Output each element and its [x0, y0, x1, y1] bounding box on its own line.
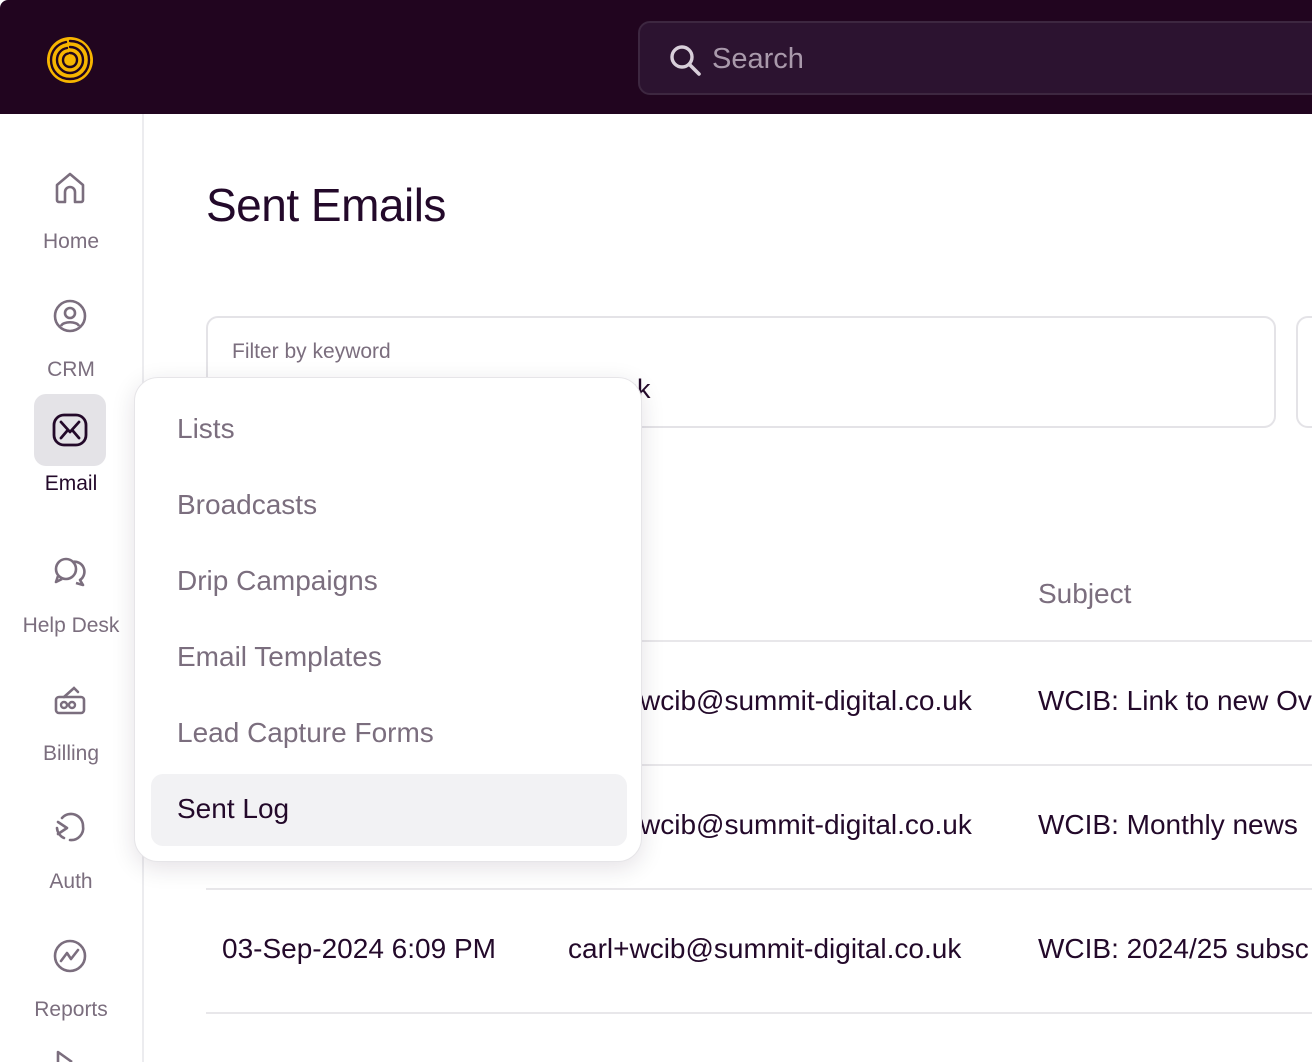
menu-item-label: Lead Capture Forms	[177, 717, 434, 748]
home-icon	[34, 152, 106, 224]
sidebar: Home CRM Email Help Desk Billing Auth Re…	[0, 114, 144, 1062]
subject-cell: WCIB: 2024/25 subsc	[1038, 933, 1309, 964]
menu-item-label: Sent Log	[177, 793, 290, 824]
recipient-cell: wcib@summit-digital.co.uk	[640, 809, 972, 840]
envelope-icon	[34, 394, 106, 466]
sidebar-item-help-desk[interactable]: Help Desk	[0, 536, 142, 646]
page-title: Sent Emails	[206, 179, 446, 231]
divider	[206, 1012, 1312, 1014]
billing-icon	[34, 664, 106, 736]
sidebar-item-label: Email	[44, 472, 98, 495]
sidebar-item-home[interactable]: Home	[0, 152, 142, 262]
menu-item-label: Drip Campaigns	[177, 565, 378, 596]
divider	[206, 888, 1312, 890]
subject-cell: WCIB: Monthly news	[1038, 809, 1298, 840]
column-header-subject[interactable]: Subject	[1038, 578, 1131, 610]
sidebar-item-email[interactable]: Email	[0, 394, 142, 504]
menu-item-broadcasts[interactable]: Broadcasts	[151, 470, 627, 542]
search-input[interactable]	[712, 37, 1272, 81]
menu-item-lead-capture-forms[interactable]: Lead Capture Forms	[151, 698, 627, 770]
filter-label: Filter by keyword	[232, 340, 391, 363]
chat-bubbles-icon	[34, 536, 106, 608]
sidebar-item-label: Help Desk	[22, 614, 120, 637]
menu-item-drip-campaigns[interactable]: Drip Campaigns	[151, 546, 627, 618]
top-bar	[0, 0, 1312, 114]
menu-item-email-templates[interactable]: Email Templates	[151, 622, 627, 694]
auth-icon	[34, 792, 106, 864]
logo-icon[interactable]	[44, 34, 96, 86]
sidebar-item-label: Reports	[34, 998, 108, 1021]
sidebar-item-label: CRM	[47, 358, 95, 381]
menu-item-label: Email Templates	[177, 641, 382, 672]
email-menu: Lists Broadcasts Drip Campaigns Email Te…	[134, 377, 642, 862]
more-nav-icon[interactable]	[52, 1048, 82, 1062]
sidebar-item-billing[interactable]: Billing	[0, 664, 142, 774]
menu-item-sent-log[interactable]: Sent Log	[151, 774, 627, 846]
user-circle-icon	[34, 280, 106, 352]
sidebar-item-label: Auth	[49, 870, 93, 893]
recipient-cell: carl+wcib@summit-digital.co.uk	[568, 933, 962, 964]
secondary-filter[interactable]	[1296, 316, 1312, 428]
sidebar-item-label: Billing	[42, 742, 100, 765]
reports-icon	[34, 920, 106, 992]
menu-item-label: Lists	[177, 413, 235, 444]
recipient-cell: wcib@summit-digital.co.uk	[640, 685, 972, 716]
sidebar-item-reports[interactable]: Reports	[0, 920, 142, 1030]
search-icon	[670, 45, 701, 76]
menu-item-lists[interactable]: Lists	[151, 394, 627, 466]
global-search[interactable]	[638, 21, 1312, 95]
sidebar-item-crm[interactable]: CRM	[0, 280, 142, 390]
date-cell: 03-Sep-2024 6:09 PM	[222, 933, 496, 964]
menu-item-label: Broadcasts	[177, 489, 318, 520]
subject-cell: WCIB: Link to new Ov	[1038, 685, 1312, 716]
sidebar-item-auth[interactable]: Auth	[0, 792, 142, 902]
sidebar-item-label: Home	[42, 230, 100, 253]
